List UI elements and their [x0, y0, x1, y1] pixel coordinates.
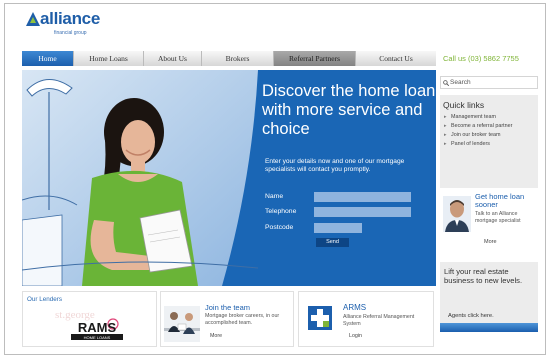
quick-links-panel: Quick links Management team Become a ref… [440, 95, 538, 188]
logo-wordmark: alliance [40, 9, 100, 28]
search-icon [443, 80, 449, 86]
contact-more-link[interactable]: More [484, 239, 497, 245]
nav-home[interactable]: Home [22, 51, 74, 66]
real-estate-panel: Lift your real estate business to new le… [440, 262, 538, 332]
hero-intro-text: Enter your details now and one of our mo… [265, 158, 405, 173]
rams-logo-text: RAMS [78, 320, 117, 335]
nav-brokers[interactable]: Brokers [202, 51, 274, 66]
logo-tagline: financial group [54, 30, 87, 36]
form-row-name: Name [265, 192, 435, 203]
search-input[interactable]: Search [440, 76, 538, 89]
quick-link-broker-team[interactable]: Join our broker team [444, 132, 536, 139]
alliance-logo[interactable]: alliance financial group [26, 9, 136, 42]
main-nav: Home Home Loans About Us Brokers Referra… [22, 51, 436, 66]
nav-referral-partners[interactable]: Referral Partners [274, 51, 356, 66]
rams-logo-subtext: HOME LOANS [84, 335, 111, 340]
contact-title[interactable]: Get home loan sooner [475, 193, 537, 209]
quick-links-title: Quick links [443, 100, 485, 110]
logo-triangle-icon [26, 12, 40, 26]
join-team-more-link[interactable]: More [210, 333, 222, 339]
nav-about-us[interactable]: About Us [144, 51, 202, 66]
our-lenders-box: Our Lenders st.george RAMS HOME LOANS [22, 291, 157, 347]
quick-link-panel-of-lenders[interactable]: Panel of lenders [444, 141, 536, 148]
real-estate-text: Lift your real estate business to new le… [444, 267, 523, 285]
agents-link[interactable]: Agents click here. [448, 313, 494, 319]
arms-title[interactable]: ARMS [343, 303, 366, 312]
specialist-contact-panel: Get home loan sooner Talk to an Alliance… [440, 190, 538, 258]
send-button[interactable]: Send [316, 238, 349, 247]
search-placeholder: Search [450, 79, 471, 86]
name-input[interactable] [314, 192, 411, 202]
nav-contact-us[interactable]: Contact Us [356, 51, 436, 66]
hero-banner: Discover the home loan with more service… [22, 70, 436, 286]
join-team-text: Mortgage broker careers, in our accompli… [205, 313, 280, 326]
team-photo [164, 306, 200, 342]
telephone-input[interactable] [314, 207, 411, 217]
arms-box: ARMS Alliance Referral Management System… [298, 291, 434, 347]
arms-login-link[interactable]: Login [349, 333, 362, 339]
hero-woman-photo [22, 70, 258, 286]
arms-cross-icon [308, 306, 332, 330]
form-row-postcode: Postcode [265, 223, 435, 234]
postcode-label: Postcode [265, 224, 294, 231]
contact-text: Talk to an Alliance mortgage specialist [475, 211, 521, 224]
join-team-title[interactable]: Join the team [205, 303, 250, 312]
telephone-label: Telephone [265, 208, 297, 215]
nav-home-loans[interactable]: Home Loans [74, 51, 144, 66]
real-estate-blue-bar [440, 323, 538, 332]
form-row-telephone: Telephone [265, 207, 435, 218]
rams-logo[interactable]: RAMS HOME LOANS [69, 317, 125, 341]
quick-link-management-team[interactable]: Management team [444, 114, 536, 121]
postcode-input[interactable] [314, 223, 362, 233]
hero-headline: Discover the home loan with more service… [262, 82, 436, 138]
our-lenders-title: Our Lenders [27, 296, 63, 303]
arms-text: Alliance Referral Management System [343, 314, 415, 327]
phone-number: Call us (03) 5862 7755 [443, 54, 519, 63]
quick-link-referral-partner[interactable]: Become a referral partner [444, 123, 536, 130]
join-the-team-box: Join the team Mortgage broker careers, i… [160, 291, 294, 347]
name-label: Name [265, 193, 284, 200]
specialist-avatar [443, 196, 471, 232]
